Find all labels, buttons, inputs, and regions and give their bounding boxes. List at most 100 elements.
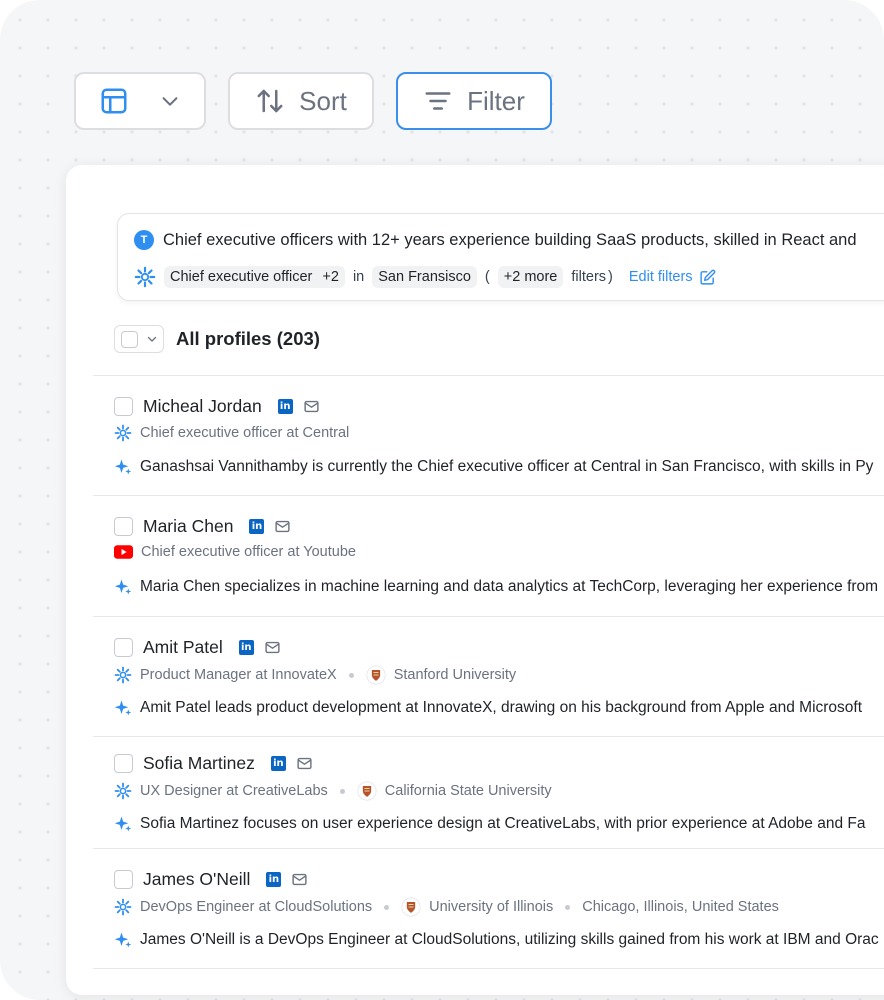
profile-school: California State University xyxy=(384,783,552,799)
edit-filters-link[interactable]: Edit filters xyxy=(629,269,716,286)
profile-meta: DevOps Engineer at CloudSolutions Univer… xyxy=(114,897,779,917)
profile-name[interactable]: Amit Patel xyxy=(143,637,223,658)
profile-header: Maria Chen in xyxy=(114,516,291,537)
profile-header: Amit Patel in xyxy=(114,637,281,658)
profile-meta: Chief executive officer at Youtube xyxy=(114,544,356,560)
role-filter-more: +2 xyxy=(322,269,339,285)
role-filter-chip[interactable]: Chief executive officer +2 xyxy=(164,266,345,288)
profile-name[interactable]: Sofia Martinez xyxy=(143,753,255,774)
profile-school: Stanford University xyxy=(393,667,517,683)
separator-dot xyxy=(348,672,354,678)
profile-summary: Maria Chen specializes in machine learni… xyxy=(114,578,878,596)
profile-summary: Ganashsai Vannithamby is currently the C… xyxy=(114,458,873,476)
profile-school: University of Illinois xyxy=(429,899,554,915)
separator-dot xyxy=(565,904,571,910)
sparkle-icon xyxy=(114,459,132,475)
query-avatar: T xyxy=(134,230,154,250)
separator-dot xyxy=(384,904,390,910)
all-profiles-title: All profiles (203) xyxy=(176,328,320,349)
search-query-card[interactable]: T Chief executive officers with 12+ year… xyxy=(117,213,884,301)
profile-name[interactable]: Micheal Jordan xyxy=(143,396,262,417)
profile-checkbox[interactable] xyxy=(114,397,133,416)
filter-label: Filter xyxy=(467,85,525,116)
linkedin-icon[interactable]: in xyxy=(238,640,254,655)
open-paren: ( xyxy=(484,269,490,285)
profile-name[interactable]: Maria Chen xyxy=(143,516,233,537)
mail-icon[interactable] xyxy=(274,518,291,535)
profile-list: Micheal Jordan in Chief executive office… xyxy=(93,375,884,969)
profile-row[interactable]: Amit Patel in Product Manager at Innovat… xyxy=(93,616,884,736)
sparkle-icon xyxy=(114,816,132,832)
list-header: All profiles (203) xyxy=(114,325,320,353)
profile-summary-text: Amit Patel leads product development at … xyxy=(140,699,863,716)
innovatex-logo-icon xyxy=(114,666,132,684)
profile-meta: UX Designer at CreativeLabs California S… xyxy=(114,781,552,801)
profile-summary: Amit Patel leads product development at … xyxy=(114,699,862,717)
mail-icon[interactable] xyxy=(291,871,308,888)
role-filter-label: Chief executive officer xyxy=(170,269,313,285)
profile-summary: Sofia Martinez focuses on user experienc… xyxy=(114,815,865,833)
profile-row[interactable]: James O'Neill in DevOps Engineer at Clou… xyxy=(93,848,884,969)
close-paren: ) xyxy=(608,269,613,285)
chevron-down-icon xyxy=(162,97,178,106)
profile-summary-text: Maria Chen specializes in machine learni… xyxy=(140,578,879,595)
linkedin-icon[interactable]: in xyxy=(266,872,282,887)
university-crest-icon xyxy=(357,781,377,801)
profile-checkbox[interactable] xyxy=(114,870,133,889)
sparkle-icon xyxy=(114,700,132,716)
separator-dot xyxy=(339,788,345,794)
profile-meta: Chief executive officer at Central xyxy=(114,424,349,442)
profile-location: Chicago, Illinois, United States xyxy=(582,899,779,915)
profile-checkbox[interactable] xyxy=(114,754,133,773)
filters-text: filters xyxy=(571,269,607,285)
profile-row[interactable]: Sofia Martinez in UX Designer at Creativ… xyxy=(93,736,884,848)
profile-row[interactable]: Maria Chen in Chief executive officer at… xyxy=(93,495,884,616)
applied-filters: Chief executive officer +2 in San Fransis… xyxy=(134,266,716,288)
toolbar: Sort Filter xyxy=(74,72,552,130)
profile-role: Chief executive officer at Central xyxy=(140,425,350,441)
edit-filters-label: Edit filters xyxy=(628,269,693,285)
university-crest-icon xyxy=(366,665,386,685)
profile-name[interactable]: James O'Neill xyxy=(143,869,250,890)
sparkle-icon xyxy=(114,579,132,595)
edit-icon xyxy=(699,269,715,285)
profile-checkbox[interactable] xyxy=(114,517,133,536)
location-filter-chip[interactable]: San Fransisco xyxy=(372,266,477,288)
linkedin-icon[interactable]: in xyxy=(277,399,293,414)
sort-arrows-icon xyxy=(257,89,283,113)
profile-row[interactable]: Micheal Jordan in Chief executive office… xyxy=(93,375,884,495)
profile-role: Chief executive officer at Youtube xyxy=(141,544,356,560)
mail-icon[interactable] xyxy=(296,755,313,772)
app-frame: Sort Filter T Chief executive officers w… xyxy=(0,0,884,1000)
query-text: Chief executive officers with 12+ years … xyxy=(163,230,857,249)
linkedin-icon[interactable]: in xyxy=(249,519,265,534)
mail-icon[interactable] xyxy=(303,398,320,415)
central-logo-icon xyxy=(134,266,156,288)
select-all-checkbox[interactable] xyxy=(121,330,138,348)
filter-button[interactable]: Filter xyxy=(396,72,552,130)
view-switcher-button[interactable] xyxy=(74,72,206,130)
youtube-logo-icon xyxy=(114,545,133,559)
mail-icon[interactable] xyxy=(264,639,281,656)
profile-checkbox[interactable] xyxy=(114,638,133,657)
sort-label: Sort xyxy=(299,85,347,116)
central-logo-icon xyxy=(114,424,132,442)
profile-summary-text: Ganashsai Vannithamby is currently the C… xyxy=(140,458,874,475)
filter-lines-icon xyxy=(425,92,451,110)
results-panel: T Chief executive officers with 12+ year… xyxy=(66,165,884,995)
sort-button[interactable]: Sort xyxy=(228,72,374,130)
profile-summary-text: James O'Neill is a DevOps Engineer at Cl… xyxy=(140,931,879,948)
creativelabs-logo-icon xyxy=(114,782,132,800)
cloudsolutions-logo-icon xyxy=(114,898,132,916)
select-all-dropdown[interactable] xyxy=(114,325,164,353)
more-filters-chip[interactable]: +2 more xyxy=(497,266,564,288)
table-view-icon xyxy=(101,88,127,114)
university-crest-icon xyxy=(401,897,421,917)
profile-role: DevOps Engineer at CloudSolutions xyxy=(140,899,373,915)
profile-header: Sofia Martinez in xyxy=(114,753,313,774)
profile-summary: James O'Neill is a DevOps Engineer at Cl… xyxy=(114,931,879,949)
linkedin-icon[interactable]: in xyxy=(270,756,286,771)
profile-header: Micheal Jordan in xyxy=(114,396,320,417)
query-line: T Chief executive officers with 12+ year… xyxy=(134,230,857,250)
in-text: in xyxy=(352,269,365,285)
